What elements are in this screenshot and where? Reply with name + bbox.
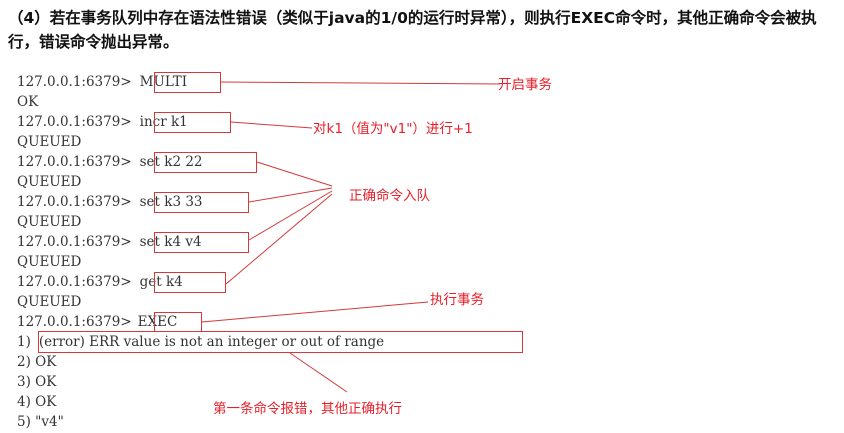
connector-multi [220, 81, 501, 85]
connector-set-k2 [256, 161, 333, 187]
connector-set-k3 [248, 187, 333, 203]
connector-get-k4 [225, 193, 333, 285]
annotation-exec-transaction: 执行事务 [430, 292, 484, 308]
connector-error [289, 352, 348, 393]
annotation-start-transaction: 开启事务 [498, 77, 552, 93]
connector-incr [230, 121, 313, 129]
annotation-connectors [201, 81, 501, 393]
annotation-first-error: 第一条命令报错，其他正确执行 [213, 401, 402, 417]
connector-set-k4 [248, 190, 333, 241]
annotation-incr-note: 对k1（值为"v1"）进行+1 [313, 121, 473, 137]
connector-exec [201, 301, 429, 323]
annotation-queued-ok: 正确命令入队 [349, 188, 430, 204]
